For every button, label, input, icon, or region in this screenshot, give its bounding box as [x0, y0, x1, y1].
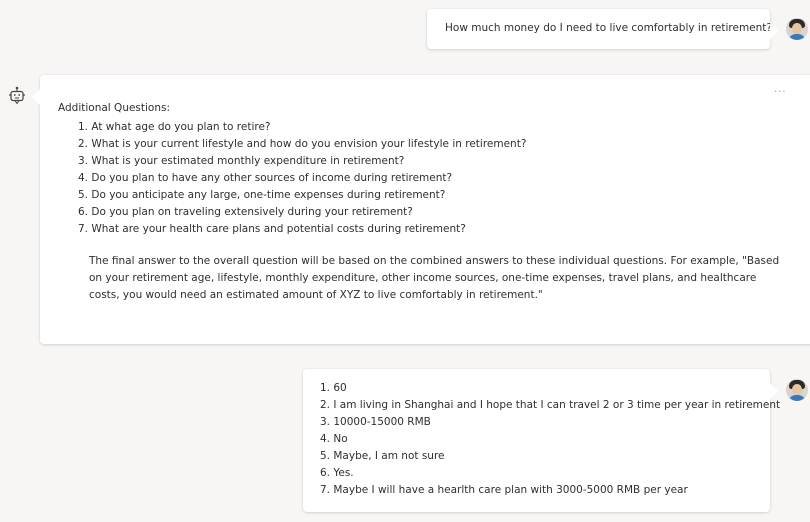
question-item: 4. Do you plan to have any other sources…: [78, 172, 453, 184]
bot-message: ... Additional Questions: 1. At what age…: [32, 75, 810, 344]
user-avatar: [786, 18, 808, 40]
answer-item: 5. Maybe, I am not sure: [320, 450, 445, 462]
more-options-icon[interactable]: ...: [774, 84, 787, 95]
bot-message-final: The final answer to the overall question…: [89, 255, 780, 301]
user-avatar: [786, 379, 808, 401]
answer-item: 3. 10000-15000 RMB: [320, 416, 431, 428]
question-item: 7. What are your health care plans and p…: [78, 223, 466, 235]
answer-item: 2. I am living in Shanghai and I hope th…: [320, 399, 781, 411]
user-message: How much money do I need to live comfort…: [427, 9, 778, 49]
answer-item: 6. Yes.: [320, 467, 354, 479]
answer-item: 7. Maybe I will have a hearlth care plan…: [320, 484, 688, 496]
bot-message-heading: Additional Questions:: [58, 102, 171, 114]
question-item: 2. What is your current lifestyle and ho…: [78, 138, 527, 150]
question-item: 6. Do you plan on traveling extensively …: [78, 206, 413, 218]
bot-icon: [9, 86, 25, 105]
answer-item: 1. 60: [320, 382, 347, 394]
user-message: 1. 60 2. I am living in Shanghai and I h…: [303, 369, 780, 512]
answer-list: 1. 60 2. I am living in Shanghai and I h…: [320, 380, 780, 499]
question-item: 5. Do you anticipate any large, one-time…: [78, 189, 446, 201]
question-item: 1. At what age do you plan to retire?: [78, 121, 271, 133]
question-list: 1. At what age do you plan to retire? 2.…: [78, 119, 526, 238]
question-item: 3. What is your estimated monthly expend…: [78, 155, 405, 167]
answer-item: 4. No: [320, 433, 348, 445]
user-message-text: How much money do I need to live comfort…: [445, 22, 772, 34]
